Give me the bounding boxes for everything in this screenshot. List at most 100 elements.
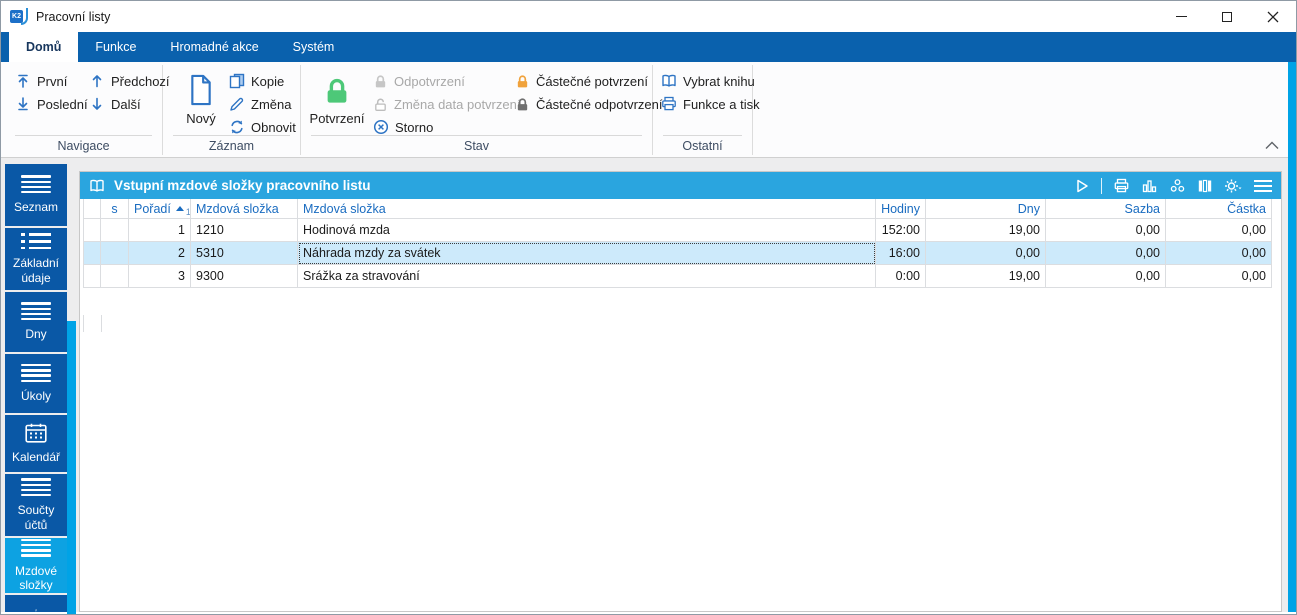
table-row[interactable]: 2 5310 Náhrada mzdy za svátek 16:00 0,00…	[83, 242, 1272, 265]
button-label: Předchozí	[111, 73, 170, 89]
ribbon-button-new[interactable]: Nový	[175, 70, 227, 142]
lock-open-outline-icon	[375, 98, 386, 111]
cell-castka[interactable]: 0,00	[1166, 265, 1272, 288]
pencil-icon	[230, 97, 244, 111]
cell-s[interactable]	[101, 265, 129, 288]
sort-ascending-icon	[175, 206, 184, 211]
cell-hodiny[interactable]: 0:00	[876, 265, 926, 288]
lock-orange-icon	[517, 74, 528, 87]
header-s[interactable]: s	[101, 199, 129, 219]
ribbon: První Poslední Předchozí Další Navigace	[1, 62, 1296, 158]
ribbon-button-partial-unconfirm[interactable]: Částečné odpotvrzení	[515, 93, 662, 115]
sidebar-item-attachments[interactable]	[5, 595, 67, 612]
sidebar-item-label: Seznam	[13, 200, 59, 215]
tab-hromadne-akce[interactable]: Hromadné akce	[153, 32, 275, 62]
copy-icon	[229, 73, 245, 89]
header-poradi[interactable]: Pořadí 1	[129, 199, 191, 219]
sidebar-item-soucty-uctu[interactable]: Součty účtů	[5, 474, 67, 536]
tab-domu[interactable]: Domů	[9, 32, 79, 62]
collapse-ribbon-button[interactable]	[1265, 141, 1281, 151]
header-castka[interactable]: Částka	[1166, 199, 1272, 219]
cell-dny[interactable]: 0,00	[926, 242, 1046, 265]
cell-castka[interactable]: 0,00	[1166, 242, 1272, 265]
maximize-button[interactable]	[1204, 1, 1250, 32]
cell-poradi[interactable]: 1	[129, 219, 191, 242]
print-button[interactable]	[1113, 178, 1130, 194]
chart-button[interactable]	[1141, 178, 1158, 194]
columns-button[interactable]	[1197, 178, 1213, 194]
button-label: Storno	[395, 119, 434, 135]
run-button[interactable]	[1075, 178, 1090, 194]
ribbon-button-copy[interactable]: Kopie	[229, 70, 284, 92]
header-dny[interactable]: Dny	[926, 199, 1046, 219]
ribbon-button-first[interactable]: První	[15, 70, 67, 92]
ribbon-button-previous[interactable]: Předchozí	[89, 70, 170, 92]
header-code[interactable]: Mzdová složka	[191, 199, 298, 219]
sidebar-item-ukoly[interactable]: Úkoly	[5, 354, 67, 413]
table-row[interactable]: 3 9300 Srážka za stravování 0:00 19,00 0…	[83, 265, 1272, 288]
header-name[interactable]: Mzdová složka	[298, 199, 876, 219]
cell-code[interactable]: 9300	[191, 265, 298, 288]
gear-icon	[1225, 179, 1242, 192]
chevron-up-icon	[1265, 141, 1279, 149]
button-label: Částečné odpotvrzení	[536, 96, 663, 112]
cell-code[interactable]: 1210	[191, 219, 298, 242]
cell-row-marker	[83, 219, 101, 242]
cell-poradi[interactable]: 3	[129, 265, 191, 288]
minimize-button[interactable]	[1158, 1, 1204, 32]
ribbon-button-next[interactable]: Další	[89, 93, 141, 115]
cell-s[interactable]	[101, 242, 129, 265]
panel-header: Vstupní mzdové složky pracovního listu	[80, 172, 1281, 199]
cell-dny[interactable]: 19,00	[926, 219, 1046, 242]
sidebar-item-label: Mzdové složky	[14, 563, 58, 592]
list-icon	[21, 302, 51, 321]
cell-s[interactable]	[101, 219, 129, 242]
ribbon-button-select-book[interactable]: Vybrat knihu	[661, 70, 755, 92]
arrow-down-icon	[92, 97, 102, 110]
header-hodiny[interactable]: Hodiny	[876, 199, 926, 219]
ribbon-button-last[interactable]: Poslední	[15, 93, 88, 115]
settings-button[interactable]	[1224, 178, 1242, 194]
cell-sazba[interactable]: 0,00	[1046, 219, 1166, 242]
cell-sazba[interactable]: 0,00	[1046, 265, 1166, 288]
maximize-icon	[1222, 11, 1232, 22]
cell-hodiny[interactable]: 152:00	[876, 219, 926, 242]
refresh-icon	[231, 120, 243, 134]
cell-name[interactable]: Srážka za stravování	[298, 265, 876, 288]
button-label: Vybrat knihu	[683, 73, 755, 89]
window-controls	[1158, 1, 1296, 32]
group-label: Záznam	[208, 139, 255, 153]
table-row[interactable]: 1 1210 Hodinová mzda 152:00 19,00 0,00 0…	[83, 219, 1272, 242]
cell-castka[interactable]: 0,00	[1166, 219, 1272, 242]
close-button[interactable]	[1250, 1, 1296, 32]
print-icon	[1114, 178, 1129, 192]
cell-dny[interactable]: 19,00	[926, 265, 1046, 288]
sidebar-item-zakladni-udaje[interactable]: Základní údaje	[5, 228, 67, 290]
group-divider	[311, 135, 642, 136]
cell-sazba[interactable]: 0,00	[1046, 242, 1166, 265]
tab-system[interactable]: Systém	[276, 32, 352, 62]
sidebar-item-kalendar[interactable]: Kalendář	[5, 415, 67, 472]
panel-menu-button[interactable]	[1253, 179, 1273, 193]
cell-name[interactable]: Hodinová mzda	[298, 219, 876, 242]
group-divider	[663, 135, 742, 136]
ribbon-button-change[interactable]: Změna	[229, 93, 291, 115]
button-label: Potvrzení	[309, 111, 365, 126]
ribbon-button-functions-print[interactable]: Funkce a tisk	[661, 93, 760, 115]
titlebar: K2 Pracovní listy	[1, 1, 1296, 32]
sidebar-item-mzdove-slozky[interactable]: Mzdové složky	[5, 538, 67, 593]
ribbon-button-partial-confirm[interactable]: Částečné potvrzení	[515, 70, 648, 92]
cell-name[interactable]: Náhrada mzdy za svátek	[298, 242, 876, 265]
circle-x-icon	[373, 119, 389, 135]
ribbon-button-confirm[interactable]: Potvrzení	[307, 70, 367, 142]
right-accent-strip	[1288, 62, 1296, 612]
cell-code[interactable]: 5310	[191, 242, 298, 265]
cell-poradi[interactable]: 2	[129, 242, 191, 265]
tab-funkce[interactable]: Funkce	[78, 32, 153, 62]
actions-button[interactable]	[1169, 178, 1186, 194]
cell-hodiny[interactable]: 16:00	[876, 242, 926, 265]
ribbon-tabbar: Domů Funkce Hromadné akce Systém	[1, 32, 1296, 62]
sidebar-item-seznam[interactable]: Seznam	[5, 164, 67, 226]
header-sazba[interactable]: Sazba	[1046, 199, 1166, 219]
sidebar-item-dny[interactable]: Dny	[5, 292, 67, 352]
